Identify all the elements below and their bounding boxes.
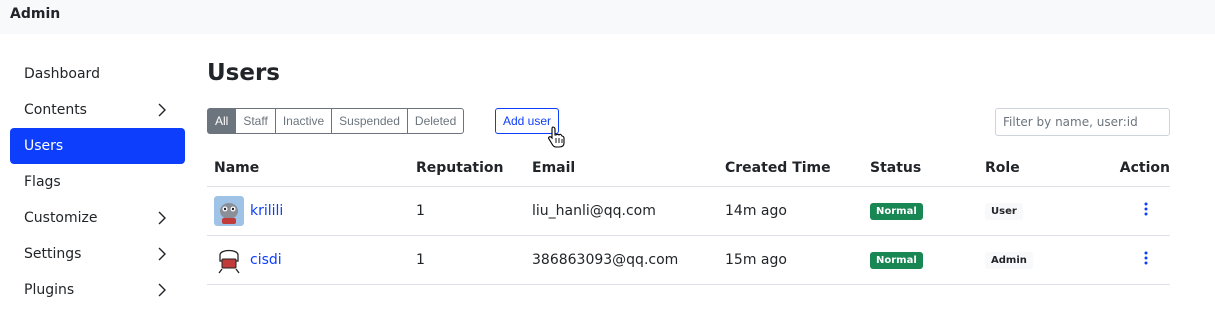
email-cell: liu_hanli@qq.com — [525, 186, 718, 236]
sidebar: Dashboard Contents Users Flags Customize… — [10, 56, 185, 308]
brand-title: Admin — [10, 6, 61, 22]
chevron-right-icon — [158, 103, 166, 117]
avatar — [214, 195, 244, 226]
sidebar-item-contents[interactable]: Contents — [10, 92, 185, 128]
sidebar-item-label: Plugins — [24, 282, 75, 298]
sidebar-item-label: Users — [24, 138, 64, 154]
user-filter-group: All Staff Inactive Suspended Deleted — [207, 108, 465, 134]
role-badge: User — [985, 202, 1023, 220]
users-table: Name Reputation Email Created Time Statu… — [207, 150, 1170, 285]
username-link[interactable]: cisdi — [250, 252, 282, 268]
top-bar: Admin — [0, 0, 1215, 34]
table-row: krilili 1 liu_hanli@qq.com 14m ago Norma… — [207, 186, 1170, 236]
status-badge: Normal — [870, 202, 923, 220]
hand-cursor-icon — [548, 126, 565, 148]
column-header-role: Role — [978, 150, 1078, 187]
kebab-menu-icon[interactable] — [1144, 202, 1148, 216]
column-header-reputation: Reputation — [409, 150, 525, 187]
role-badge: Admin — [985, 251, 1033, 269]
sidebar-item-label: Flags — [24, 174, 61, 190]
column-header-created-time: Created Time — [718, 150, 863, 187]
avatar — [214, 244, 244, 275]
sidebar-item-flags[interactable]: Flags — [10, 164, 185, 200]
sidebar-item-label: Settings — [24, 246, 82, 262]
reputation-cell: 1 — [409, 186, 525, 236]
kebab-menu-icon[interactable] — [1144, 251, 1148, 265]
column-header-email: Email — [525, 150, 718, 187]
chevron-right-icon — [158, 211, 166, 225]
chevron-right-icon — [158, 247, 166, 261]
created-time-cell: 15m ago — [718, 235, 863, 285]
sidebar-item-users[interactable]: Users — [10, 128, 185, 164]
sidebar-item-label: Dashboard — [24, 66, 100, 82]
filter-inactive-button[interactable]: Inactive — [274, 108, 333, 134]
chevron-right-icon — [158, 283, 166, 297]
username-link[interactable]: krilili — [250, 203, 283, 219]
filter-suspended-button[interactable]: Suspended — [331, 108, 408, 134]
reputation-cell: 1 — [409, 235, 525, 285]
sidebar-item-label: Contents — [24, 102, 87, 118]
email-cell: 386863093@qq.com — [525, 235, 718, 285]
search-input[interactable] — [995, 108, 1170, 136]
column-header-name: Name — [207, 150, 409, 187]
sidebar-item-plugins[interactable]: Plugins — [10, 272, 185, 308]
status-badge: Normal — [870, 251, 923, 269]
created-time-cell: 14m ago — [718, 186, 863, 236]
column-header-action: Action — [1078, 150, 1170, 187]
table-row: cisdi 1 386863093@qq.com 15m ago Normal … — [207, 235, 1170, 285]
filter-staff-button[interactable]: Staff — [235, 108, 276, 134]
table-header-row: Name Reputation Email Created Time Statu… — [207, 150, 1170, 187]
column-header-status: Status — [863, 150, 978, 187]
page-title: Users — [207, 60, 280, 86]
sidebar-item-label: Customize — [24, 210, 98, 226]
filter-all-button[interactable]: All — [207, 108, 237, 134]
filter-deleted-button[interactable]: Deleted — [406, 108, 465, 134]
sidebar-item-dashboard[interactable]: Dashboard — [10, 56, 185, 92]
sidebar-item-customize[interactable]: Customize — [10, 200, 185, 236]
sidebar-item-settings[interactable]: Settings — [10, 236, 185, 272]
